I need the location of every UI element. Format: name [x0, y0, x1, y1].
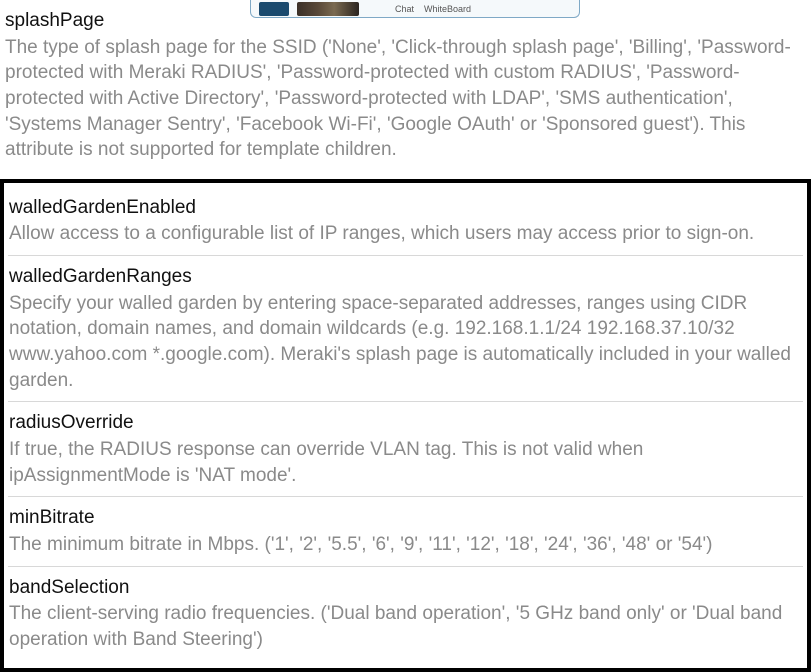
top-panel: splashPage The type of splash page for t…: [0, 0, 811, 183]
param-description: If true, the RADIUS response can overrid…: [9, 437, 802, 488]
param-description: The minimum bitrate in Mbps. ('1', '2', …: [9, 532, 802, 558]
param-name: minBitrate: [9, 505, 802, 531]
toolbar-links: Chat WhiteBoard: [395, 4, 471, 14]
param-section-walledgardenranges: walledGardenRanges Specify your walled g…: [8, 255, 803, 401]
toolbar-badge-icon: [259, 2, 289, 16]
param-description: Specify your walled garden by entering s…: [9, 291, 802, 394]
param-section-bandselection: bandSelection The client-serving radio f…: [8, 566, 803, 661]
chat-link[interactable]: Chat: [395, 4, 414, 14]
param-section-walledgardenenabled: walledGardenEnabled Allow access to a co…: [8, 187, 803, 255]
param-section-minbitrate: minBitrate The minimum bitrate in Mbps. …: [8, 496, 803, 565]
param-name: walledGardenRanges: [9, 264, 802, 290]
param-description: The client-serving radio frequencies. ('…: [9, 601, 802, 652]
toolbar-user-photo: [297, 2, 359, 16]
floating-toolbar: Chat WhiteBoard: [250, 0, 580, 18]
param-name: walledGardenEnabled: [9, 195, 802, 221]
whiteboard-link[interactable]: WhiteBoard: [424, 4, 471, 14]
param-description: Allow access to a configurable list of I…: [9, 221, 802, 247]
param-section-radiusoverride: radiusOverride If true, the RADIUS respo…: [8, 401, 803, 496]
param-name: radiusOverride: [9, 410, 802, 436]
param-name: bandSelection: [9, 575, 802, 601]
param-description: The type of splash page for the SSID ('N…: [5, 35, 806, 163]
param-section-splashpage: splashPage The type of splash page for t…: [4, 0, 807, 171]
